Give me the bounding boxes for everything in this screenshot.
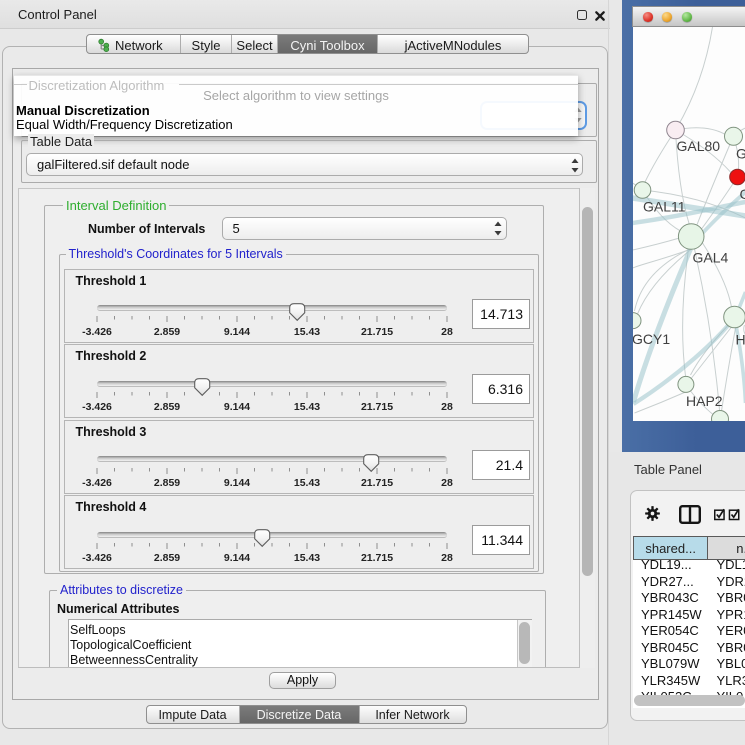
svg-text:C: C <box>739 186 745 202</box>
svg-text:H: H <box>735 332 745 348</box>
svg-text:GAL11: GAL11 <box>643 199 686 215</box>
svg-text:HAP2: HAP2 <box>686 393 723 409</box>
svg-text:GAL4: GAL4 <box>692 250 728 266</box>
svg-text:GA: GA <box>736 146 745 162</box>
svg-text:GAL80: GAL80 <box>676 138 720 154</box>
svg-text:GCY1: GCY1 <box>633 331 670 347</box>
